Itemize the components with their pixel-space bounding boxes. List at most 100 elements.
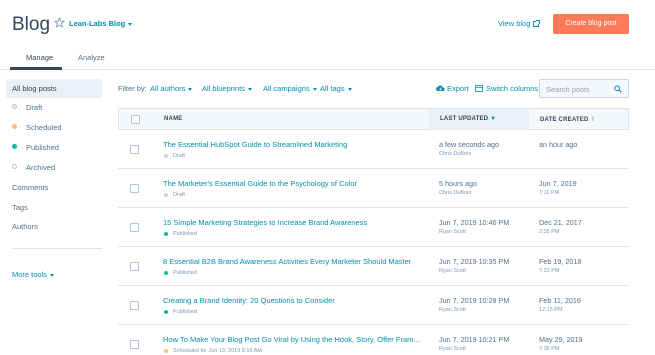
last-updated: Jun 7, 2019 10:29 PM — [439, 296, 510, 305]
more-tools-dropdown[interactable]: More tools — [12, 270, 55, 279]
filter-campaigns[interactable]: All campaigns — [263, 84, 317, 93]
blog-selector-label: Lean-Labs Blog — [69, 19, 126, 28]
sidebar-item-tags[interactable]: Tags — [12, 203, 28, 212]
chevron-down-icon — [188, 87, 193, 91]
status-dot — [164, 271, 168, 275]
table-row[interactable]: The Essential HubSpot Guide to Streamlin… — [118, 130, 629, 169]
post-status: Draft — [173, 192, 185, 198]
page-title: Blog — [12, 14, 51, 35]
date-created: Jun 7, 2019 — [539, 179, 577, 188]
status-dot — [164, 154, 168, 158]
filter-authors-label: All authors — [150, 84, 186, 93]
draft-status-dot — [12, 104, 17, 109]
published-status-dot — [12, 144, 17, 149]
filter-authors[interactable]: All authors — [150, 84, 193, 93]
status-dot — [164, 193, 168, 197]
table-row[interactable]: How To Make Your Blog Post Go Viral by U… — [118, 325, 629, 355]
row-checkbox[interactable] — [130, 301, 139, 310]
chevron-down-icon — [247, 87, 252, 91]
select-all-checkbox[interactable] — [131, 115, 140, 124]
created-time: 7:38 PM — [539, 346, 560, 352]
filter-label: Filter by: — [118, 84, 147, 93]
columns-icon — [475, 85, 483, 92]
table-row[interactable]: 15 Simple Marketing Strategies to Increa… — [118, 208, 629, 247]
column-header-date-created[interactable]: DATE CREATED ⇕ — [540, 116, 596, 123]
search-icon[interactable] — [614, 85, 622, 93]
date-created: Feb 11, 2016 — [539, 296, 581, 305]
filter-tags-label: All tags — [320, 84, 345, 93]
updated-by: Ryan Scott — [439, 346, 466, 352]
column-header-last-updated-label: LAST UPDATED — [440, 116, 489, 122]
sidebar-item-published[interactable]: Published — [26, 143, 59, 152]
last-updated: a few seconds ago — [439, 140, 499, 149]
updated-by: Chris DuBois — [439, 190, 472, 196]
post-status: Published — [173, 270, 198, 276]
row-checkbox[interactable] — [130, 262, 139, 271]
star-icon[interactable] — [53, 16, 66, 28]
post-status: Published — [173, 309, 198, 315]
post-status: Scheduled for Jun 13, 2019 9:16 AM — [173, 348, 262, 354]
table-header: NAME LAST UPDATED ▼ DATE CREATED ⇕ — [118, 108, 629, 130]
updated-by: Chris DuBois — [439, 151, 472, 157]
filter-tags[interactable]: All tags — [320, 84, 352, 93]
chevron-down-icon — [50, 273, 55, 277]
sidebar-item-draft[interactable]: Draft — [26, 103, 42, 112]
export-button[interactable]: Export — [436, 84, 469, 93]
chevron-down-icon — [347, 87, 352, 91]
created-time: 2:35 PM — [539, 229, 560, 235]
column-header-name[interactable]: NAME — [164, 116, 182, 122]
sidebar-item-comments[interactable]: Comments — [12, 183, 48, 192]
post-status: Draft — [173, 153, 185, 159]
switch-columns-label: Switch columns — [486, 84, 539, 93]
column-header-date-created-label: DATE CREATED — [540, 117, 589, 123]
sort-desc-icon: ▼ — [490, 116, 497, 122]
tab-manage[interactable]: Manage — [26, 53, 53, 62]
chevron-down-icon — [128, 22, 133, 26]
sidebar-item-scheduled[interactable]: Scheduled — [26, 123, 61, 132]
status-dot — [164, 232, 168, 236]
sidebar-item-all-posts[interactable]: All blog posts — [12, 84, 57, 93]
table-row[interactable]: The Marketer's Essential Guide to the Ps… — [118, 169, 629, 208]
blog-selector[interactable]: Lean-Labs Blog — [69, 19, 133, 28]
status-dot — [164, 310, 168, 314]
post-title-link[interactable]: How To Make Your Blog Post Go Viral by U… — [163, 335, 425, 344]
post-title-link[interactable]: Creating a Brand Identity: 20 Questions … — [163, 296, 335, 305]
view-blog-link[interactable]: View blog — [498, 19, 541, 28]
search-input[interactable]: Search posts — [539, 79, 629, 98]
filter-blueprints[interactable]: All blueprints — [202, 84, 252, 93]
last-updated: Jun 7, 2019 10:21 PM — [439, 335, 510, 344]
scheduled-status-dot — [12, 124, 17, 129]
row-checkbox[interactable] — [130, 223, 139, 232]
switch-columns-button[interactable]: Switch columns — [475, 84, 538, 93]
last-updated: Jun 7, 2019 10:35 PM — [439, 257, 510, 266]
post-title-link[interactable]: The Marketer's Essential Guide to the Ps… — [163, 179, 357, 188]
post-title-link[interactable]: The Essential HubSpot Guide to Streamlin… — [163, 140, 347, 149]
last-updated: 5 hours ago — [439, 179, 477, 188]
export-label: Export — [447, 84, 469, 93]
sidebar-divider — [12, 248, 102, 249]
row-checkbox[interactable] — [130, 184, 139, 193]
archived-status-dot — [12, 164, 17, 169]
post-title-link[interactable]: 15 Simple Marketing Strategies to Increa… — [163, 218, 367, 227]
sidebar-item-authors[interactable]: Authors — [12, 222, 38, 231]
create-blog-post-button[interactable]: Create blog post — [553, 14, 629, 34]
table-row[interactable]: 8 Essential B2B Brand Awareness Activiti… — [118, 247, 629, 286]
tab-analyze[interactable]: Analyze — [78, 53, 105, 62]
created-time: 7:22 PM — [539, 268, 560, 274]
updated-by: Ryan Scott — [439, 307, 466, 313]
more-tools-label: More tools — [12, 270, 48, 279]
date-created: Feb 19, 2018 — [539, 257, 582, 266]
filter-campaigns-label: All campaigns — [263, 84, 310, 93]
sidebar-item-archived[interactable]: Archived — [26, 163, 55, 172]
active-tab-indicator — [10, 67, 62, 70]
row-checkbox[interactable] — [130, 145, 139, 154]
view-blog-label: View blog — [498, 19, 531, 28]
sort-icon: ⇕ — [590, 117, 596, 123]
column-header-last-updated[interactable]: LAST UPDATED ▼ — [440, 116, 496, 122]
post-title-link[interactable]: 8 Essential B2B Brand Awareness Activiti… — [163, 257, 411, 266]
row-checkbox[interactable] — [130, 340, 139, 349]
last-updated: Jun 7, 2019 10:46 PM — [439, 218, 510, 227]
created-time: 12:15 PM — [539, 307, 563, 313]
tab-bar: Manage Analyze — [0, 50, 655, 70]
table-row[interactable]: Creating a Brand Identity: 20 Questions … — [118, 286, 629, 325]
